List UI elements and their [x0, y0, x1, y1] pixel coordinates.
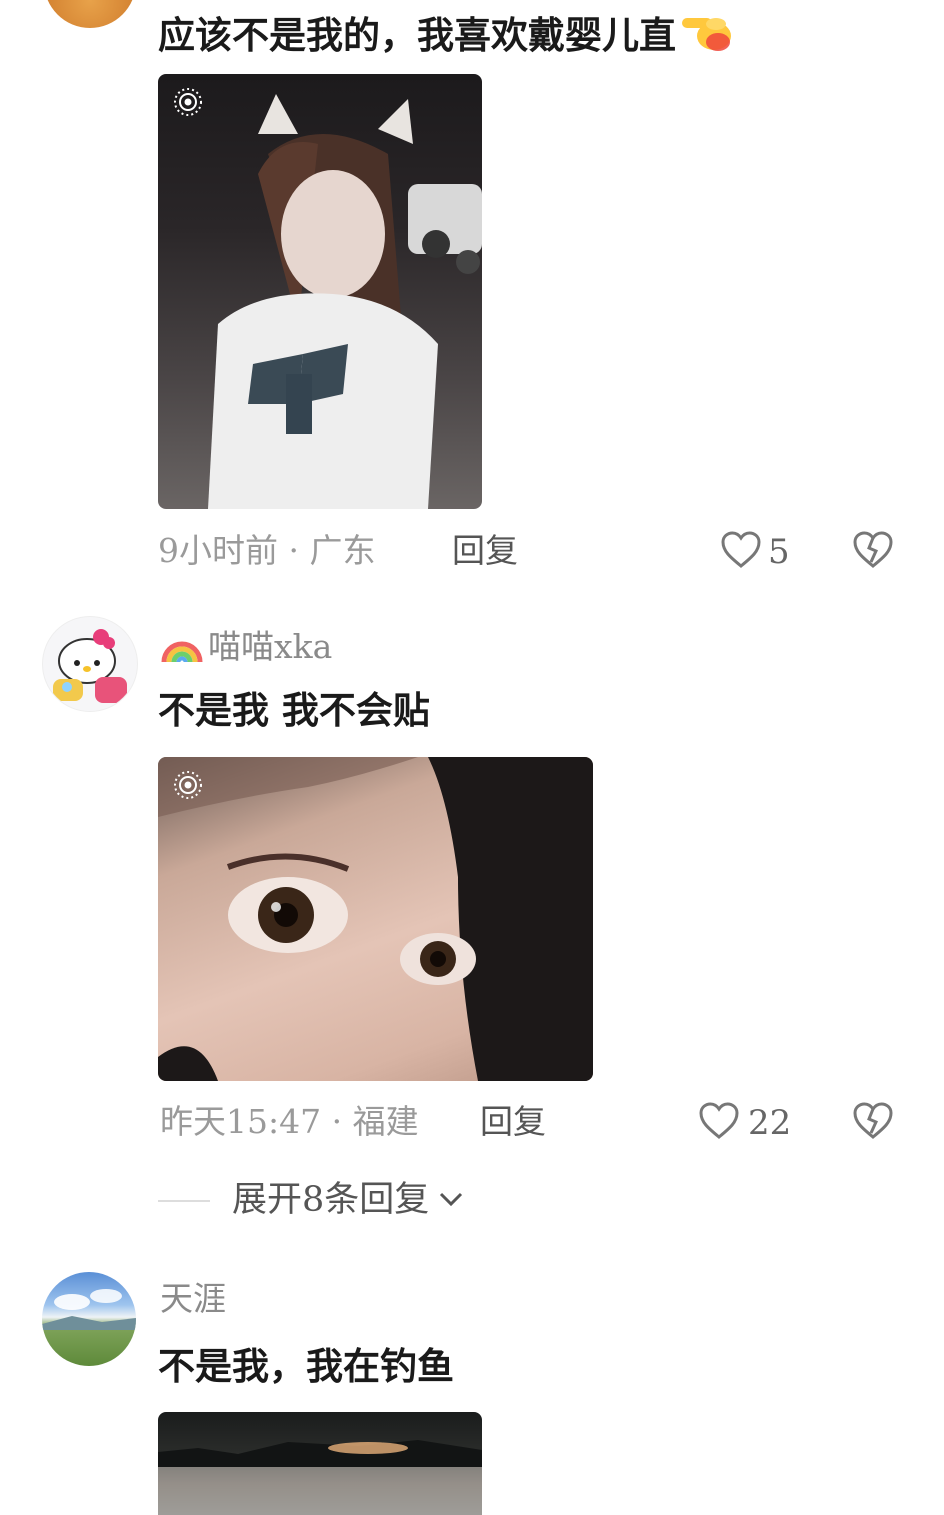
avatar[interactable] — [42, 1272, 136, 1366]
like-count: 5 — [768, 532, 790, 572]
expand-replies-button[interactable]: 展开8条回复 — [158, 1183, 465, 1218]
divider-line — [158, 1199, 210, 1202]
expand-replies-label: 展开8条回复 — [232, 1180, 430, 1220]
username: 喵喵xka — [208, 626, 333, 666]
live-photo-icon — [172, 769, 204, 801]
username-row[interactable]: 喵喵xka — [160, 624, 332, 668]
dislike-button[interactable] — [852, 1101, 894, 1145]
timestamp-location: 9小时前 · 广东 — [158, 531, 376, 570]
like-count: 22 — [748, 1103, 792, 1143]
rainbow-icon — [160, 624, 204, 668]
avatar[interactable] — [44, 0, 136, 28]
comment-image[interactable] — [158, 1412, 482, 1515]
dislike-button[interactable] — [852, 530, 894, 574]
like-button[interactable]: 22 — [698, 1101, 791, 1145]
comment-text: 应该不是我的，我喜欢戴婴儿直 — [158, 8, 736, 60]
comment-image[interactable] — [158, 757, 593, 1081]
broken-heart-icon — [852, 531, 894, 574]
pointing-hand-emoji — [678, 8, 736, 60]
comment-text: 不是我 我不会贴 — [158, 688, 430, 732]
comment-image[interactable] — [158, 74, 482, 509]
username[interactable]: 天涯 — [160, 1282, 226, 1315]
reply-button[interactable]: 回复 — [480, 1105, 546, 1138]
avatar[interactable] — [42, 616, 138, 712]
heart-outline-icon — [698, 1101, 740, 1145]
live-photo-icon — [172, 86, 204, 118]
heart-outline-icon — [720, 530, 762, 574]
timestamp-location: 昨天15:47 · 福建 — [160, 1102, 419, 1141]
like-button[interactable]: 5 — [720, 530, 790, 574]
chevron-down-icon — [437, 1189, 465, 1213]
broken-heart-icon — [852, 1102, 894, 1145]
comment-text: 不是我，我在钓鱼 — [158, 1344, 454, 1388]
reply-button[interactable]: 回复 — [452, 534, 518, 567]
